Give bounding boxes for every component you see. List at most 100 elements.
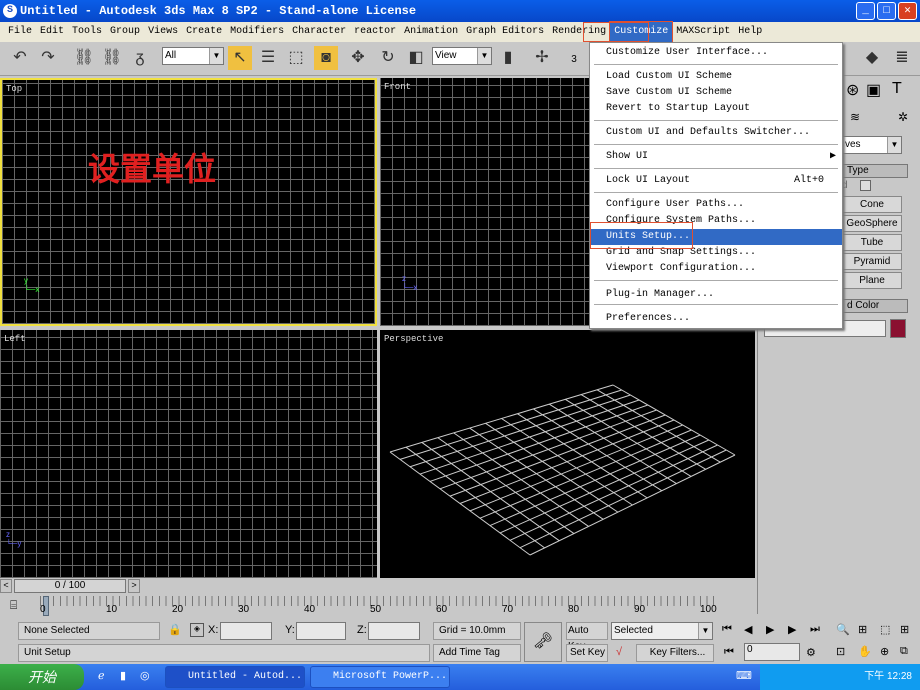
layers-icon[interactable]: ≣: [890, 46, 914, 70]
create-cone-button[interactable]: Cone: [842, 196, 902, 213]
menu-item-lock-ui-layout[interactable]: Lock UI Layout Alt+0: [590, 173, 842, 189]
menu-item-load-custom-ui-scheme[interactable]: Load Custom UI Scheme: [590, 69, 842, 85]
go-to-start-icon[interactable]: ⏮: [722, 623, 732, 636]
category-dropdown[interactable]: ves ▼: [842, 136, 902, 154]
unlink-icon[interactable]: ⛓: [100, 46, 124, 70]
create-geosphere-button[interactable]: GeoSphere: [842, 215, 902, 232]
viewport-front[interactable]: Front z └─x: [380, 78, 590, 326]
name-color-rollout[interactable]: d Color: [842, 299, 908, 313]
outlook-icon[interactable]: ◎: [140, 669, 150, 682]
menu-maxscript[interactable]: MAXScript: [672, 22, 734, 42]
menu-item-custom-ui-and-defaults-switcher[interactable]: Custom UI and Defaults Switcher...: [590, 125, 842, 141]
select-link-icon[interactable]: ⛓: [72, 46, 96, 70]
menu-animation[interactable]: Animation: [400, 22, 462, 42]
reference-coordinate-dropdown[interactable]: View ▼: [432, 47, 492, 65]
menu-tools[interactable]: Tools: [68, 22, 106, 42]
menu-character[interactable]: Character: [288, 22, 350, 42]
menu-item-save-custom-ui-scheme[interactable]: Save Custom UI Scheme: [590, 85, 842, 101]
close-button[interactable]: ✕: [898, 2, 917, 20]
menu-edit[interactable]: Edit: [36, 22, 68, 42]
y-coordinate-field[interactable]: [296, 622, 346, 640]
prev-frame-button[interactable]: <: [0, 579, 12, 593]
current-frame-field[interactable]: 0: [744, 643, 800, 661]
arc-rotate-icon[interactable]: ⊕: [880, 645, 889, 658]
menu-views[interactable]: Views: [144, 22, 182, 42]
rectangle-selection-icon[interactable]: ⬚: [284, 46, 308, 70]
task-powerpoint[interactable]: Microsoft PowerP...: [310, 666, 450, 688]
zoom-extents-all-icon[interactable]: ⊞: [900, 623, 909, 636]
z-coordinate-field[interactable]: [368, 622, 420, 640]
menu-item-revert-to-startup-layout[interactable]: Revert to Startup Layout: [590, 101, 842, 117]
ie-icon[interactable]: ℯ: [98, 669, 105, 682]
display-tab-icon[interactable]: ▣: [866, 80, 881, 100]
time-config-icon[interactable]: ⚙: [806, 646, 816, 659]
tangent-icon[interactable]: √: [616, 646, 622, 658]
time-slider[interactable]: 0 / 100: [14, 579, 126, 593]
maximize-button[interactable]: □: [877, 2, 896, 20]
maximize-viewport-icon[interactable]: ⧉: [900, 645, 908, 658]
selection-filter-dropdown[interactable]: All ▼: [162, 47, 224, 65]
quick-launch-icon[interactable]: ▮: [120, 669, 126, 682]
menu-item-preferences[interactable]: Preferences...: [590, 311, 842, 327]
start-button[interactable]: 开始: [0, 664, 84, 690]
curve-editor-icon[interactable]: ⌸: [10, 598, 17, 613]
menu-item-viewport-configuration[interactable]: Viewport Configuration...: [590, 261, 842, 277]
next-frame-icon[interactable]: ▶: [788, 623, 796, 636]
zoom-icon[interactable]: 🔍: [836, 623, 850, 636]
redo-icon[interactable]: ↷: [36, 46, 60, 70]
material-editor-icon[interactable]: ◆: [860, 46, 884, 70]
pan-icon[interactable]: ✋: [858, 645, 872, 658]
create-pyramid-button[interactable]: Pyramid: [842, 253, 902, 270]
viewport-perspective[interactable]: Perspective: [380, 330, 755, 578]
manipulate-icon[interactable]: ✢: [530, 46, 554, 70]
task-3dsmax[interactable]: Untitled - Autod...: [165, 666, 305, 688]
minimize-button[interactable]: _: [856, 2, 875, 20]
keyboard-icon[interactable]: ⌨: [736, 669, 752, 682]
x-coordinate-field[interactable]: [220, 622, 272, 640]
create-plane-button[interactable]: Plane: [842, 272, 902, 289]
autogrid-checkbox[interactable]: [860, 180, 871, 191]
menu-item-show-ui[interactable]: Show UI ▶: [590, 149, 842, 165]
space-warps-icon[interactable]: ≋: [850, 110, 860, 124]
track-bar[interactable]: 0 10 20 30 40 50 60 70 80 90 100: [40, 596, 720, 618]
key-mode-dropdown[interactable]: Selected ▼: [611, 622, 713, 640]
key-filters-button[interactable]: Key Filters...: [636, 644, 714, 662]
viewport-top[interactable]: Top 设置单位 y └─x: [0, 78, 377, 326]
prev-frame-icon[interactable]: ◀: [744, 623, 752, 636]
object-color-swatch[interactable]: [890, 319, 906, 338]
menu-modifiers[interactable]: Modifiers: [226, 22, 288, 42]
menu-item-configure-user-paths[interactable]: Configure User Paths...: [590, 197, 842, 213]
absolute-mode-icon[interactable]: ◈: [190, 623, 204, 637]
menu-reactor[interactable]: reactor: [350, 22, 400, 42]
rotate-icon[interactable]: ↻: [376, 46, 400, 70]
set-key-icon[interactable]: 🗝: [524, 622, 562, 662]
systems-icon[interactable]: ✲: [898, 110, 908, 124]
viewport-left[interactable]: Left z └─y: [0, 330, 377, 578]
utilities-tab-icon[interactable]: T: [892, 80, 902, 98]
lock-icon[interactable]: 🔒: [168, 623, 182, 636]
motion-tab-icon[interactable]: ⊛: [846, 80, 859, 100]
scale-icon[interactable]: ◧: [404, 46, 428, 70]
key-mode-toggle-icon[interactable]: ⏮: [724, 646, 734, 659]
go-to-end-icon[interactable]: ⏭: [810, 623, 820, 636]
undo-icon[interactable]: ↶: [8, 46, 32, 70]
object-type-rollout[interactable]: Type: [842, 164, 908, 178]
pivot-center-icon[interactable]: ▮: [496, 46, 520, 70]
create-tube-button[interactable]: Tube: [842, 234, 902, 251]
add-time-tag-button[interactable]: Add Time Tag: [433, 644, 521, 662]
move-icon[interactable]: ✥: [346, 46, 370, 70]
auto-key-button[interactable]: Auto Key: [566, 622, 608, 652]
zoom-all-icon[interactable]: ⊞: [858, 623, 867, 636]
play-icon[interactable]: ▶: [766, 623, 774, 636]
menu-create[interactable]: Create: [182, 22, 226, 42]
window-crossing-icon[interactable]: ◙: [314, 46, 338, 70]
field-of-view-icon[interactable]: ⊡: [836, 645, 845, 658]
menu-file[interactable]: File: [4, 22, 36, 42]
zoom-extents-icon[interactable]: ⬚: [880, 623, 890, 636]
select-by-name-icon[interactable]: ☰: [256, 46, 280, 70]
select-object-icon[interactable]: ↖: [228, 46, 252, 70]
bind-space-warp-icon[interactable]: ᵹ: [128, 46, 152, 70]
app-icon[interactable]: S: [3, 4, 17, 18]
menu-group[interactable]: Group: [106, 22, 144, 42]
next-frame-button[interactable]: >: [128, 579, 140, 593]
